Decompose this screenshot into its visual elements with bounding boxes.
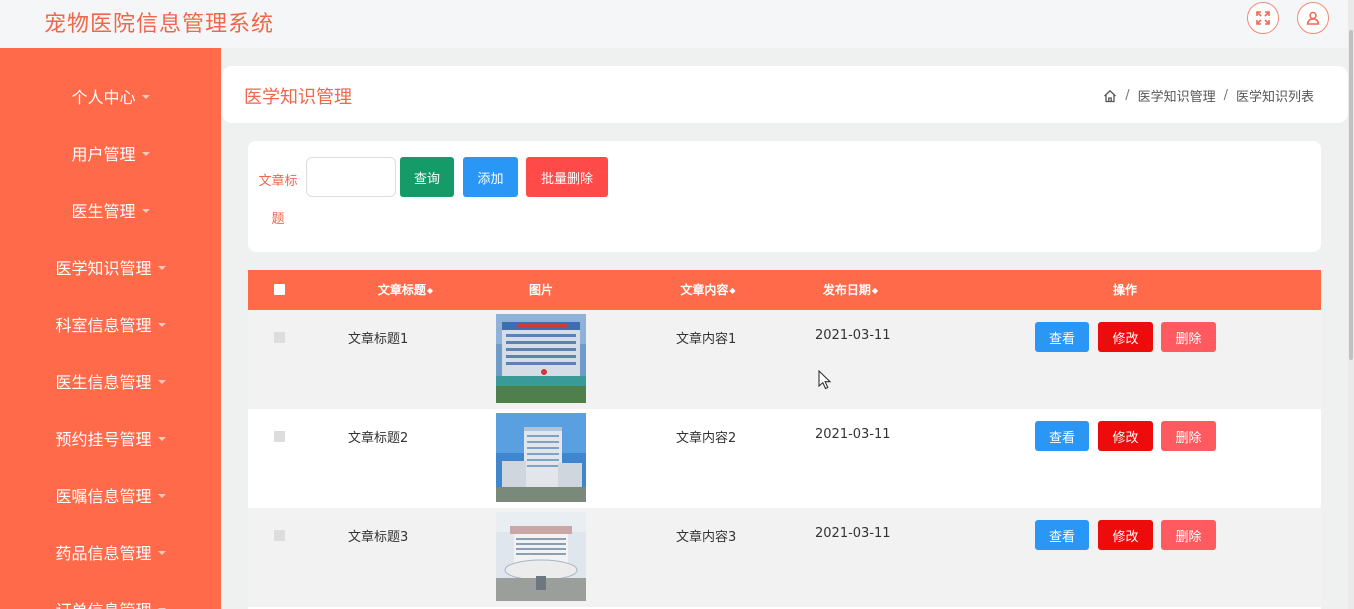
table-header: 文章标题◆ 图片 文章内容◆ 发布日期◆ 操作	[248, 270, 1321, 310]
table-row: 文章标题1 文章内容1 2021-03-11 查看 修改 删除	[248, 310, 1321, 409]
sidebar-item-label: 医嘱信息管理	[55, 486, 152, 506]
sidebar-item-label: 医生信息管理	[55, 372, 152, 392]
sidebar-item-label: 个人中心	[71, 87, 136, 107]
sidebar-item-medical-orders[interactable]: 医嘱信息管理	[0, 466, 221, 523]
add-button[interactable]: 添加	[463, 157, 518, 197]
row-checkbox[interactable]	[274, 530, 285, 541]
sidebar-item-doctor-management[interactable]: 医生管理	[0, 181, 221, 238]
sidebar-item-personal-center[interactable]: 个人中心	[0, 67, 221, 124]
cell-date: 2021-03-11	[815, 328, 891, 343]
query-button[interactable]: 查询	[400, 157, 454, 197]
sidebar-item-user-management[interactable]: 用户管理	[0, 124, 221, 181]
chevron-down-icon	[157, 379, 166, 384]
column-header-image: 图片	[528, 283, 553, 297]
sort-icon[interactable]: ◆	[729, 271, 735, 311]
top-bar: 宠物医院信息管理系统	[0, 0, 1354, 48]
breadcrumb-item[interactable]: 医学知识管理	[1138, 86, 1216, 105]
cell-content: 文章内容3	[676, 530, 737, 545]
sidebar-item-label: 药品信息管理	[55, 543, 152, 563]
row-checkbox[interactable]	[274, 332, 285, 343]
sidebar-item-label: 订单信息管理	[55, 597, 151, 609]
home-icon[interactable]	[1103, 89, 1117, 103]
delete-button[interactable]: 删除	[1161, 322, 1216, 352]
breadcrumb-item: 医学知识列表	[1235, 90, 1314, 105]
user-icon[interactable]	[1297, 2, 1329, 34]
cell-title: 文章标题2	[348, 431, 409, 446]
batch-delete-button[interactable]: 批量删除	[526, 157, 608, 197]
page-title: 医学知识管理	[244, 87, 352, 108]
table-row: 文章标题2 文章内容2 2021-03-11 查看 修改 删除	[248, 409, 1321, 508]
sidebar-item-label: 科室信息管理	[55, 315, 152, 335]
sidebar-item-label: 医学知识管理	[55, 258, 152, 278]
cell-content: 文章内容2	[676, 431, 737, 446]
chevron-down-icon	[157, 550, 166, 555]
chevron-down-icon	[157, 265, 166, 270]
sidebar-item-medicine-info[interactable]: 药品信息管理	[0, 523, 221, 580]
article-image[interactable]	[496, 314, 586, 403]
edit-button[interactable]: 修改	[1098, 421, 1153, 451]
chevron-down-icon	[141, 208, 150, 213]
sort-icon[interactable]: ◆	[872, 271, 878, 311]
chevron-down-icon	[157, 322, 166, 327]
chevron-down-icon	[141, 94, 150, 99]
chevron-down-icon	[157, 436, 166, 441]
cell-title: 文章标题1	[348, 332, 409, 347]
sidebar-item-label: 预约挂号管理	[55, 429, 152, 449]
column-header-title[interactable]: 文章标题◆	[343, 270, 468, 310]
data-table: 文章标题◆ 图片 文章内容◆ 发布日期◆ 操作 文章标题1 文章内容1 2021…	[248, 270, 1321, 609]
column-header-actions: 操作	[1112, 283, 1137, 297]
cell-date: 2021-03-11	[815, 427, 891, 442]
sidebar-item-label: 用户管理	[71, 144, 136, 164]
column-header-content[interactable]: 文章内容◆	[653, 270, 763, 310]
cell-content: 文章内容1	[676, 332, 737, 347]
article-image[interactable]	[496, 413, 586, 502]
search-panel: 文章标题 查询 添加 批量删除	[248, 141, 1321, 252]
fullscreen-icon[interactable]	[1247, 2, 1279, 34]
chevron-down-icon	[141, 151, 150, 156]
edit-button[interactable]: 修改	[1098, 520, 1153, 550]
row-checkbox[interactable]	[274, 431, 285, 442]
view-button[interactable]: 查看	[1035, 520, 1089, 550]
sidebar-item-label: 医生管理	[71, 201, 136, 221]
scrollbar-thumb[interactable]	[1349, 30, 1353, 360]
view-button[interactable]: 查看	[1035, 421, 1089, 451]
sidebar-item-department-info[interactable]: 科室信息管理	[0, 295, 221, 352]
mouse-cursor-icon	[818, 369, 832, 394]
sidebar-item-order-info[interactable]: 订单信息管理	[0, 580, 221, 609]
page-header: 医学知识管理 / 医学知识管理 / 医学知识列表	[222, 66, 1348, 123]
sort-icon[interactable]: ◆	[427, 271, 433, 311]
select-all-checkbox[interactable]	[274, 284, 285, 295]
search-input[interactable]	[306, 157, 396, 197]
sidebar-item-doctor-info[interactable]: 医生信息管理	[0, 352, 221, 409]
sidebar: 个人中心 用户管理 医生管理 医学知识管理 科室信息管理 医生信息管理 预约挂号…	[0, 48, 221, 609]
breadcrumb: / 医学知识管理 / 医学知识列表	[1103, 86, 1314, 105]
sidebar-item-medical-knowledge[interactable]: 医学知识管理	[0, 238, 221, 295]
breadcrumb-separator: /	[1125, 88, 1130, 103]
column-header-date[interactable]: 发布日期◆	[793, 270, 908, 310]
delete-button[interactable]: 删除	[1161, 421, 1216, 451]
sidebar-item-appointment[interactable]: 预约挂号管理	[0, 409, 221, 466]
app-title: 宠物医院信息管理系统	[44, 12, 275, 37]
delete-button[interactable]: 删除	[1161, 520, 1216, 550]
table-row: 文章标题3 文章内容3 2021-03-11 查看 修改 删除	[248, 508, 1321, 607]
search-label: 文章标题	[258, 174, 298, 227]
chevron-down-icon	[157, 493, 166, 498]
breadcrumb-separator: /	[1223, 88, 1228, 103]
cell-date: 2021-03-11	[815, 526, 891, 541]
cell-title: 文章标题3	[348, 530, 409, 545]
view-button[interactable]: 查看	[1035, 322, 1089, 352]
article-image[interactable]	[496, 512, 586, 601]
edit-button[interactable]: 修改	[1098, 322, 1153, 352]
